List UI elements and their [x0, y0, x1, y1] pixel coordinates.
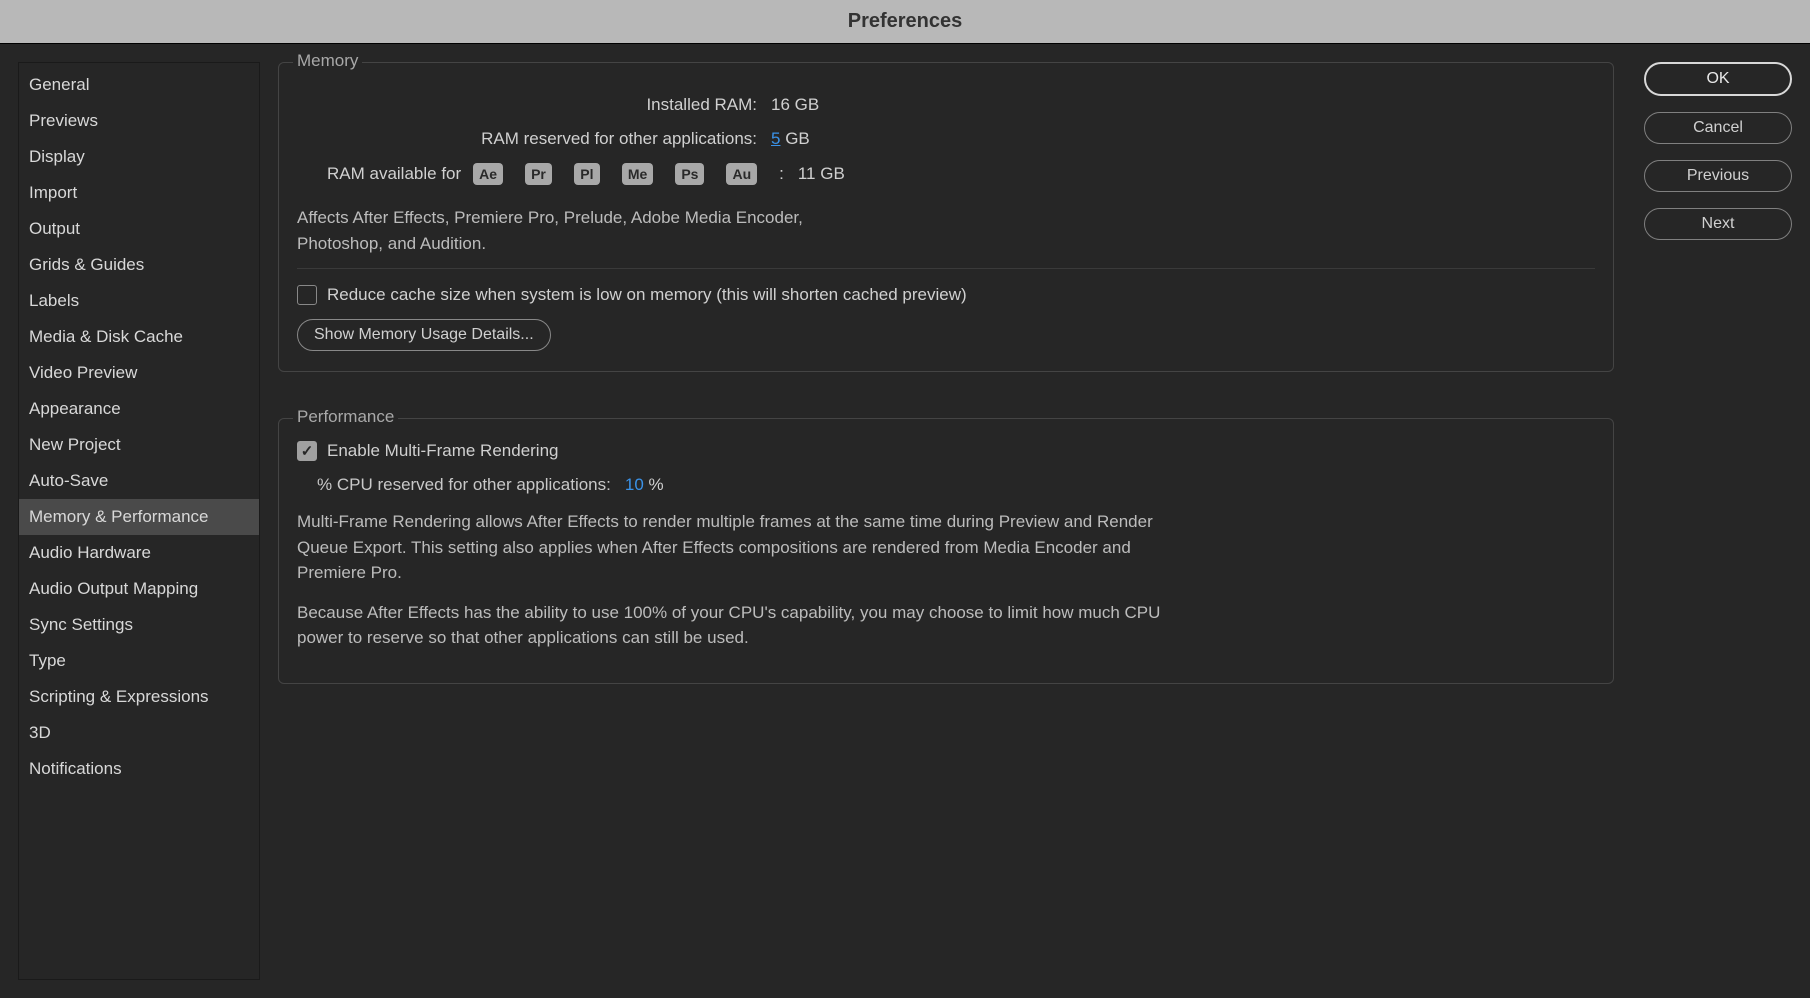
installed-ram-label: Installed RAM:	[297, 95, 757, 115]
dialog-buttons: OK Cancel Previous Next	[1644, 62, 1792, 980]
sidebar-item-general[interactable]: General	[19, 67, 259, 103]
cpu-reserved-input[interactable]: 10	[625, 475, 644, 494]
reduce-cache-checkbox[interactable]	[297, 285, 317, 305]
main-area: Memory Installed RAM: 16 GB RAM reserved…	[278, 62, 1792, 980]
available-ram-label: RAM available for	[327, 164, 461, 184]
reduce-cache-label: Reduce cache size when system is low on …	[327, 285, 967, 305]
sidebar-item-display[interactable]: Display	[19, 139, 259, 175]
reserved-ram-unit: GB	[780, 129, 809, 148]
panels: Memory Installed RAM: 16 GB RAM reserved…	[278, 62, 1614, 980]
sidebar-item-memory-performance[interactable]: Memory & Performance	[19, 499, 259, 535]
cpu-reserved-unit: %	[644, 475, 664, 494]
sidebar-item-notifications[interactable]: Notifications	[19, 751, 259, 787]
cpu-reserved-label: % CPU reserved for other applications:	[317, 475, 611, 495]
sidebar-item-sync-settings[interactable]: Sync Settings	[19, 607, 259, 643]
memory-fieldset: Memory Installed RAM: 16 GB RAM reserved…	[278, 62, 1614, 372]
sidebar-item-video-preview[interactable]: Video Preview	[19, 355, 259, 391]
sidebar-item-labels[interactable]: Labels	[19, 283, 259, 319]
memory-legend: Memory	[293, 51, 362, 71]
mfr-desc: Multi-Frame Rendering allows After Effec…	[297, 509, 1177, 586]
cpu-reserved-row: % CPU reserved for other applications: 1…	[317, 475, 1595, 495]
installed-ram-row: Installed RAM: 16 GB	[297, 95, 1595, 115]
sidebar-item-type[interactable]: Type	[19, 643, 259, 679]
ok-button[interactable]: OK	[1644, 62, 1792, 96]
sidebar-item-audio-output-mapping[interactable]: Audio Output Mapping	[19, 571, 259, 607]
available-colon: :	[779, 164, 784, 184]
previous-button[interactable]: Previous	[1644, 160, 1792, 192]
sidebar-item-output[interactable]: Output	[19, 211, 259, 247]
sidebar-item-media-disk-cache[interactable]: Media & Disk Cache	[19, 319, 259, 355]
performance-legend: Performance	[293, 407, 398, 427]
sidebar-item-appearance[interactable]: Appearance	[19, 391, 259, 427]
reduce-cache-row: Reduce cache size when system is low on …	[297, 285, 1595, 305]
enable-mfr-checkbox[interactable]	[297, 441, 317, 461]
content-area: GeneralPreviewsDisplayImportOutputGrids …	[0, 44, 1810, 998]
enable-mfr-row: Enable Multi-Frame Rendering	[297, 441, 1595, 461]
sidebar-item-audio-hardware[interactable]: Audio Hardware	[19, 535, 259, 571]
sidebar-item-previews[interactable]: Previews	[19, 103, 259, 139]
app-badge-ps: Ps	[675, 163, 704, 185]
app-badge-pl: Pl	[574, 163, 600, 185]
available-ram-value: 11 GB	[798, 164, 845, 184]
sidebar-item-import[interactable]: Import	[19, 175, 259, 211]
sidebar-item-auto-save[interactable]: Auto-Save	[19, 463, 259, 499]
reserved-ram-value-wrap: 5 GB	[771, 129, 810, 149]
sidebar-item-grids-guides[interactable]: Grids & Guides	[19, 247, 259, 283]
sidebar-item-scripting-expressions[interactable]: Scripting & Expressions	[19, 679, 259, 715]
reserved-ram-row: RAM reserved for other applications: 5 G…	[297, 129, 1595, 149]
memory-divider	[297, 268, 1595, 269]
enable-mfr-label: Enable Multi-Frame Rendering	[327, 441, 559, 461]
installed-ram-value: 16 GB	[771, 95, 819, 115]
affects-text: Affects After Effects, Premiere Pro, Pre…	[297, 205, 857, 256]
cpu-reserved-value-wrap: 10 %	[625, 475, 664, 495]
app-badges: Ae Pr Pl Me Ps Au	[473, 163, 779, 185]
app-badge-ae: Ae	[473, 163, 503, 185]
next-button[interactable]: Next	[1644, 208, 1792, 240]
app-badge-pr: Pr	[525, 163, 552, 185]
app-badge-me: Me	[622, 163, 653, 185]
performance-fieldset: Performance Enable Multi-Frame Rendering…	[278, 418, 1614, 684]
available-ram-row: RAM available for Ae Pr Pl Me Ps Au : 11 GB	[327, 163, 1595, 185]
preferences-sidebar: GeneralPreviewsDisplayImportOutputGrids …	[18, 62, 260, 980]
app-badge-au: Au	[726, 163, 757, 185]
cpu-desc: Because After Effects has the ability to…	[297, 600, 1177, 651]
titlebar: Preferences	[0, 0, 1810, 44]
sidebar-item-3d[interactable]: 3D	[19, 715, 259, 751]
show-memory-details-button[interactable]: Show Memory Usage Details...	[297, 319, 551, 351]
window-title: Preferences	[848, 10, 963, 33]
reserved-ram-label: RAM reserved for other applications:	[297, 129, 757, 149]
cancel-button[interactable]: Cancel	[1644, 112, 1792, 144]
sidebar-item-new-project[interactable]: New Project	[19, 427, 259, 463]
